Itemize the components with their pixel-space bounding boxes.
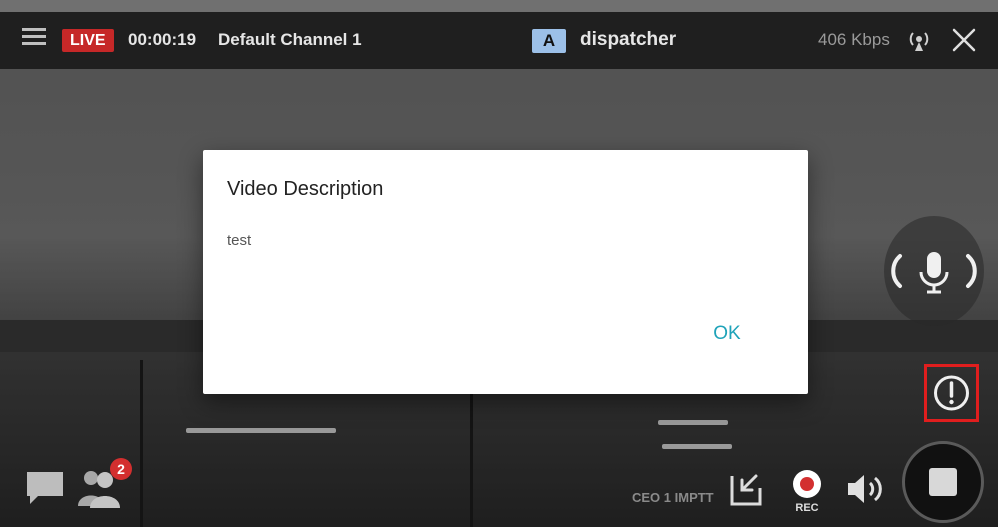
bitrate-readout: 406 Kbps xyxy=(818,30,890,49)
close-icon[interactable] xyxy=(950,25,978,55)
channel-name: Default Channel 1 xyxy=(218,30,362,49)
live-badge: LIVE xyxy=(62,29,114,52)
top-status-bar: LIVE 00:00:19 Default Channel 1 A dispat… xyxy=(0,12,998,69)
user-count-badge: 2 xyxy=(110,458,132,480)
live-timer: 00:00:19 xyxy=(128,30,197,49)
mic-icon xyxy=(891,252,977,294)
user-badge: A xyxy=(532,29,566,53)
overlay-watermark: CEO 1 IMPTT xyxy=(632,490,714,505)
stop-stream-button[interactable] xyxy=(902,441,984,523)
signal-icon xyxy=(909,32,929,51)
stop-icon xyxy=(929,468,957,496)
record-label: REC xyxy=(795,502,819,514)
chat-icon[interactable] xyxy=(24,466,66,508)
user-name: dispatcher xyxy=(580,29,677,50)
dialog-message: test xyxy=(227,232,252,249)
menu-icon[interactable] xyxy=(22,28,46,52)
volume-icon[interactable] xyxy=(844,470,888,508)
record-icon xyxy=(793,470,821,498)
dialog-title: Video Description xyxy=(227,178,384,200)
video-description-dialog: Video Description test OK xyxy=(203,150,808,394)
push-to-talk-button[interactable] xyxy=(884,216,984,326)
record-button[interactable]: REC xyxy=(790,468,824,520)
pip-icon[interactable] xyxy=(728,470,764,508)
alert-icon xyxy=(934,375,969,411)
ok-button[interactable]: OK xyxy=(699,316,755,352)
alert-button[interactable] xyxy=(924,364,979,422)
